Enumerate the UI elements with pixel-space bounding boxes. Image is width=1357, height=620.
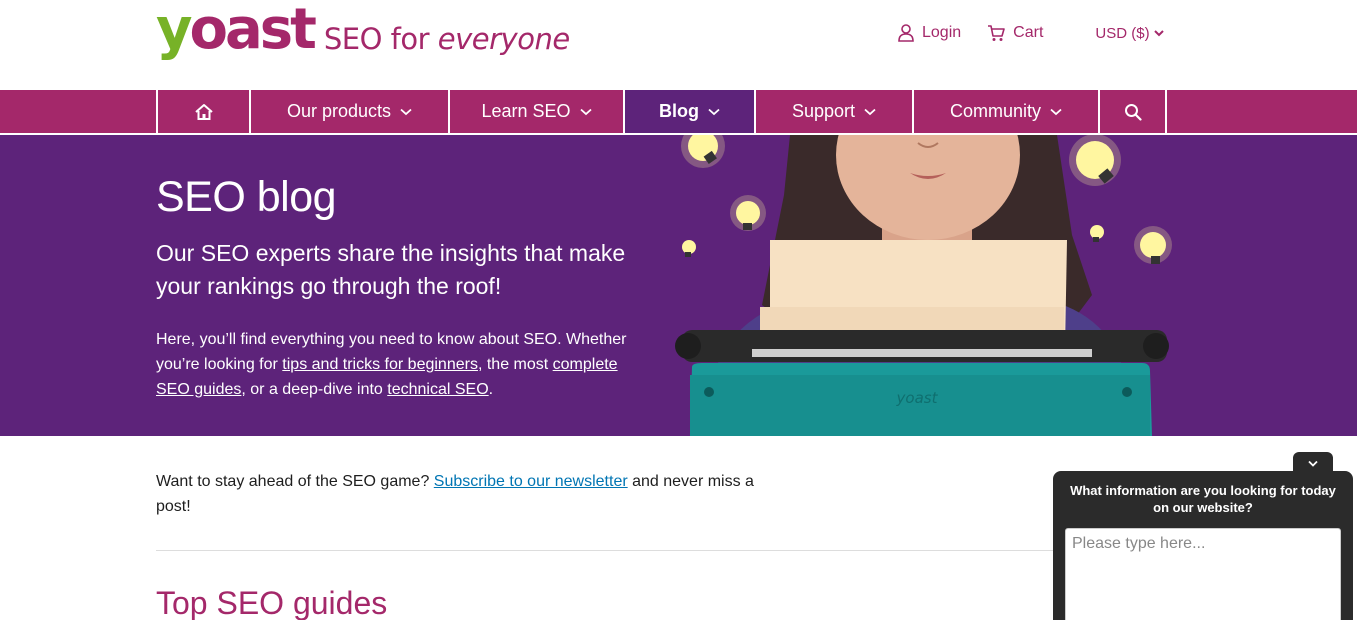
typewriter-screw	[1122, 387, 1132, 397]
technical-seo-link[interactable]: technical SEO	[387, 381, 488, 398]
nav-search[interactable]	[1100, 90, 1167, 133]
home-icon	[194, 103, 213, 120]
lightbulb-icon	[1134, 226, 1172, 264]
nav-items: Our products Learn SEO Blog Support Comm…	[156, 90, 1167, 133]
cart-link[interactable]: Cart	[987, 24, 1043, 42]
chevron-down-icon	[1153, 30, 1164, 37]
chevron-down-icon	[1308, 460, 1318, 467]
typewriter-knob	[1143, 333, 1169, 359]
lightbulb-icon	[681, 135, 725, 168]
logo-tagline: SEO for everyone	[324, 22, 570, 56]
nav-label: Community	[949, 101, 1042, 121]
typewriter-scale	[752, 349, 1092, 357]
top-links: Login Cart USD ($)	[898, 24, 1164, 42]
section-divider	[156, 550, 1056, 551]
page-title: SEO blog	[156, 173, 337, 221]
hero-illustration: yoast	[675, 135, 1172, 436]
currency-label: USD ($)	[1095, 24, 1150, 42]
site-header: yoast SEO for everyone Login Cart USD ($…	[0, 0, 1357, 90]
logo-wordmark: yoast	[156, 2, 317, 58]
chevron-down-icon	[400, 108, 412, 115]
typewriter-knob	[675, 333, 701, 359]
nav-label: Learn SEO	[481, 101, 571, 121]
login-link[interactable]: Login	[898, 24, 961, 42]
cart-icon	[988, 24, 1005, 41]
tagline-prefix: SEO for	[323, 22, 430, 56]
nav-our-products[interactable]: Our products	[251, 90, 450, 133]
chevron-down-icon	[708, 108, 720, 115]
yoast-logo[interactable]: yoast SEO for everyone	[156, 0, 570, 76]
hero-text: , the most	[477, 356, 553, 373]
nav-blog[interactable]: Blog	[625, 90, 756, 133]
typewriter-screw	[704, 387, 714, 397]
subscribe-newsletter-link[interactable]: Subscribe to our newsletter	[434, 473, 628, 490]
typewriter-brand: yoast	[896, 389, 939, 407]
typewriter-platen	[682, 330, 1167, 362]
section-title-top-guides: Top SEO guides	[156, 585, 388, 620]
nav-home[interactable]	[158, 90, 251, 133]
tips-beginners-link[interactable]: tips and tricks for beginners	[282, 356, 478, 373]
hero-banner: SEO blog Our SEO experts share the insig…	[0, 135, 1357, 436]
hero-description: Here, you’ll find everything you need to…	[156, 327, 646, 402]
lightbulb-icon	[730, 195, 766, 231]
lightbulb-icon	[1090, 225, 1104, 242]
cart-label: Cart	[1013, 24, 1044, 41]
hero-subtitle: Our SEO experts share the insights that …	[156, 240, 626, 299]
nav-label: Our products	[286, 101, 392, 121]
hero-text: .	[488, 381, 494, 398]
lightbulb-icon	[682, 240, 696, 257]
nav-label: Support	[791, 101, 856, 121]
newsletter-text: Want to stay ahead of the SEO game?	[156, 473, 434, 490]
chat-question: What information are you looking for tod…	[1070, 483, 1336, 515]
logo-y: y	[156, 0, 192, 62]
tagline-italic: everyone	[437, 22, 570, 56]
chevron-down-icon	[579, 108, 592, 115]
hero-text: , or a deep-dive into	[241, 381, 388, 398]
chevron-down-icon	[1050, 108, 1062, 115]
nav-label: Blog	[659, 101, 699, 121]
user-icon	[898, 24, 914, 42]
nav-learn-seo[interactable]: Learn SEO	[450, 90, 625, 133]
logo-oast: oast	[189, 0, 317, 62]
main-nav: Our products Learn SEO Blog Support Comm…	[0, 90, 1357, 135]
newsletter-prompt: Want to stay ahead of the SEO game? Subs…	[156, 469, 756, 519]
lightbulb-icon	[1069, 135, 1121, 186]
chat-widget: What information are you looking for tod…	[1053, 471, 1353, 620]
chat-input[interactable]	[1065, 528, 1341, 620]
login-label: Login	[922, 24, 962, 41]
search-icon	[1124, 103, 1142, 121]
nav-support[interactable]: Support	[756, 90, 914, 133]
chevron-down-icon	[864, 108, 876, 115]
nav-community[interactable]: Community	[914, 90, 1100, 133]
currency-select[interactable]: USD ($)	[1095, 24, 1164, 42]
